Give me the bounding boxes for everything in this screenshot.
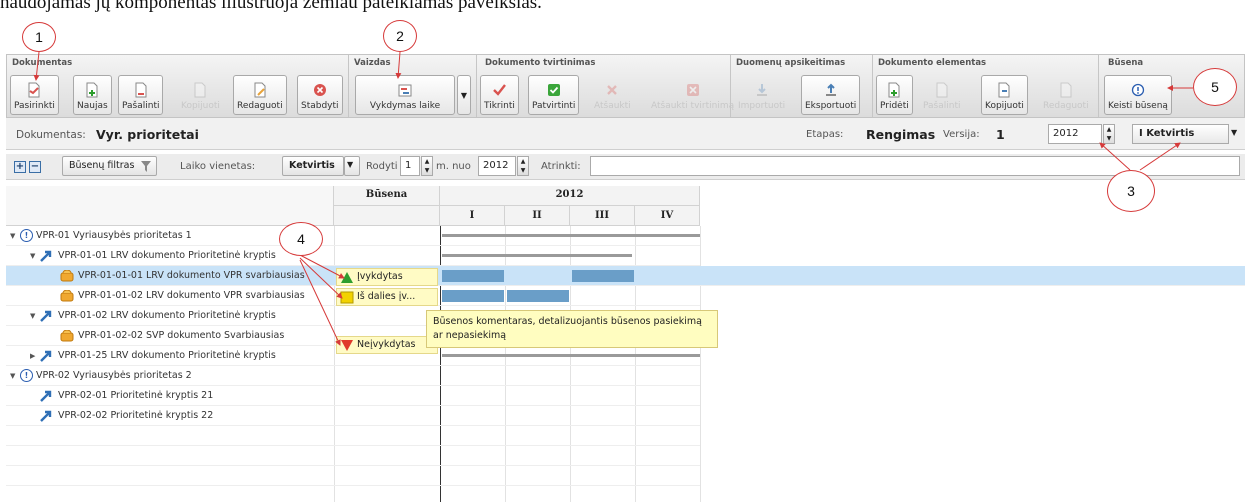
callout-4: 4 xyxy=(279,222,323,256)
callout-3: 3 xyxy=(1107,170,1155,212)
callout-2-arrow xyxy=(395,51,402,79)
callout-1: 1 xyxy=(22,22,56,52)
callout-3-arrow-left xyxy=(1099,142,1131,171)
callout-1-arrow xyxy=(33,51,40,81)
callout-3-arrow-right xyxy=(1139,142,1181,171)
callout-4-arrow-2 xyxy=(299,257,343,299)
callout-2: 2 xyxy=(383,20,417,52)
annotation-arrows xyxy=(33,51,1193,346)
callout-5: 5 xyxy=(1193,68,1237,106)
